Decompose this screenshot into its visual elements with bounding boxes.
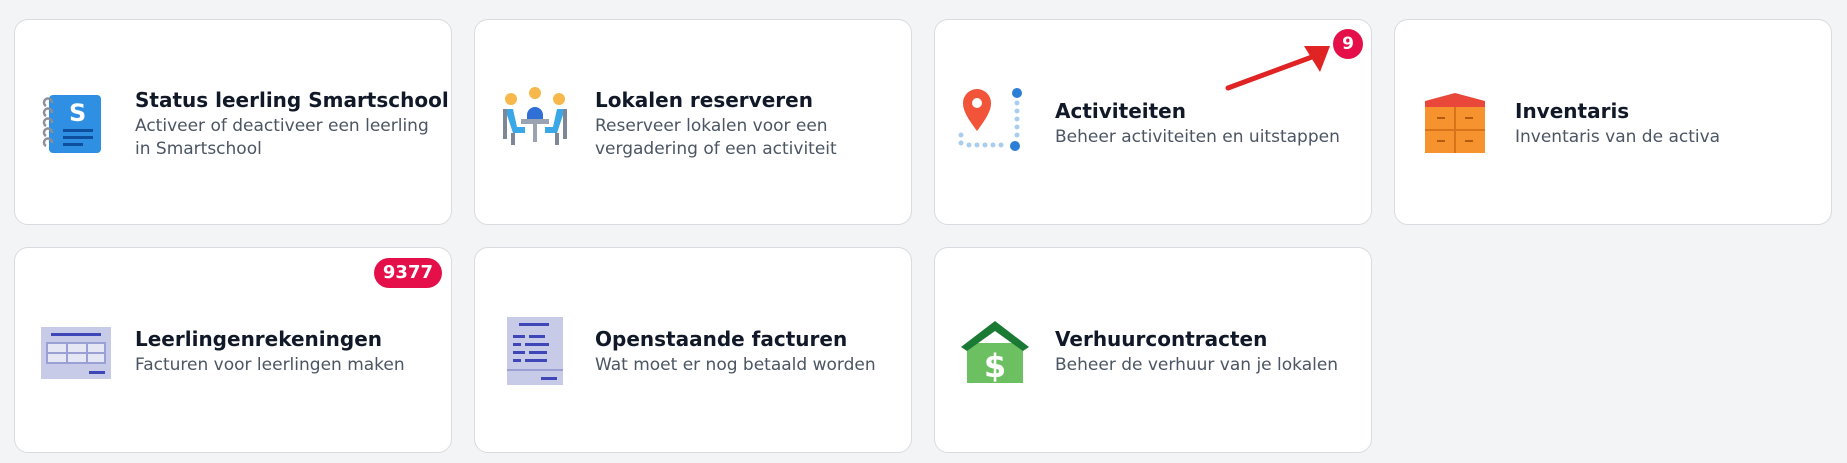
- map-route-icon: [957, 85, 1033, 161]
- notification-badge: 9377: [373, 258, 442, 288]
- tile-description: Reserveer lokalen voor een vergadering o…: [595, 116, 837, 159]
- smartschool-notebook-icon: S: [37, 85, 113, 161]
- tile-title: Status leerling Smartschool: [135, 88, 449, 112]
- tile-title: Openstaande facturen: [595, 327, 848, 351]
- inventory-boxes-icon: [1417, 85, 1493, 161]
- tile-title: Verhuurcontracten: [1055, 327, 1268, 351]
- tile-openstaande-facturen[interactable]: Openstaande facturen Wat moet er nog bet…: [474, 247, 912, 453]
- svg-text:$: $: [984, 347, 1006, 385]
- tile-description: Facturen voor leerlingen maken: [135, 355, 405, 375]
- tile-description: Wat moet er nog betaald worden: [595, 355, 876, 375]
- tile-verhuurcontracten[interactable]: $ Verhuurcontracten Beheer de verhuur va…: [934, 247, 1372, 453]
- tile-title: Inventaris: [1515, 99, 1630, 123]
- house-dollar-icon: $: [957, 313, 1033, 389]
- tile-lokalen-reserveren[interactable]: Lokalen reserveren Reserveer lokalen voo…: [474, 19, 912, 225]
- meeting-room-icon: [497, 85, 573, 161]
- tile-leerlingenrekeningen[interactable]: Leerlingenrekeningen Facturen voor leerl…: [14, 247, 452, 453]
- tile-status-leerling-smartschool[interactable]: S Status leerling Smartschool Activeer o…: [14, 19, 452, 225]
- tile-title: Activiteiten: [1055, 99, 1186, 123]
- tile-title: Lokalen reserveren: [595, 88, 813, 112]
- tile-description: Activeer of deactiveer een leerling in S…: [135, 116, 429, 159]
- svg-text:S: S: [69, 99, 86, 127]
- receipt-list-icon: [497, 313, 573, 389]
- tile-description: Inventaris van de activa: [1515, 127, 1721, 147]
- tile-description: Beheer activiteiten en uitstappen: [1055, 127, 1340, 147]
- tile-inventaris[interactable]: Inventaris Inventaris van de activa: [1394, 19, 1832, 225]
- tile-description: Beheer de verhuur van je lokalen: [1055, 355, 1339, 375]
- invoice-table-icon: [37, 313, 113, 389]
- tile-title: Leerlingenrekeningen: [135, 327, 383, 351]
- annotation-arrow-icon: [1225, 46, 1330, 91]
